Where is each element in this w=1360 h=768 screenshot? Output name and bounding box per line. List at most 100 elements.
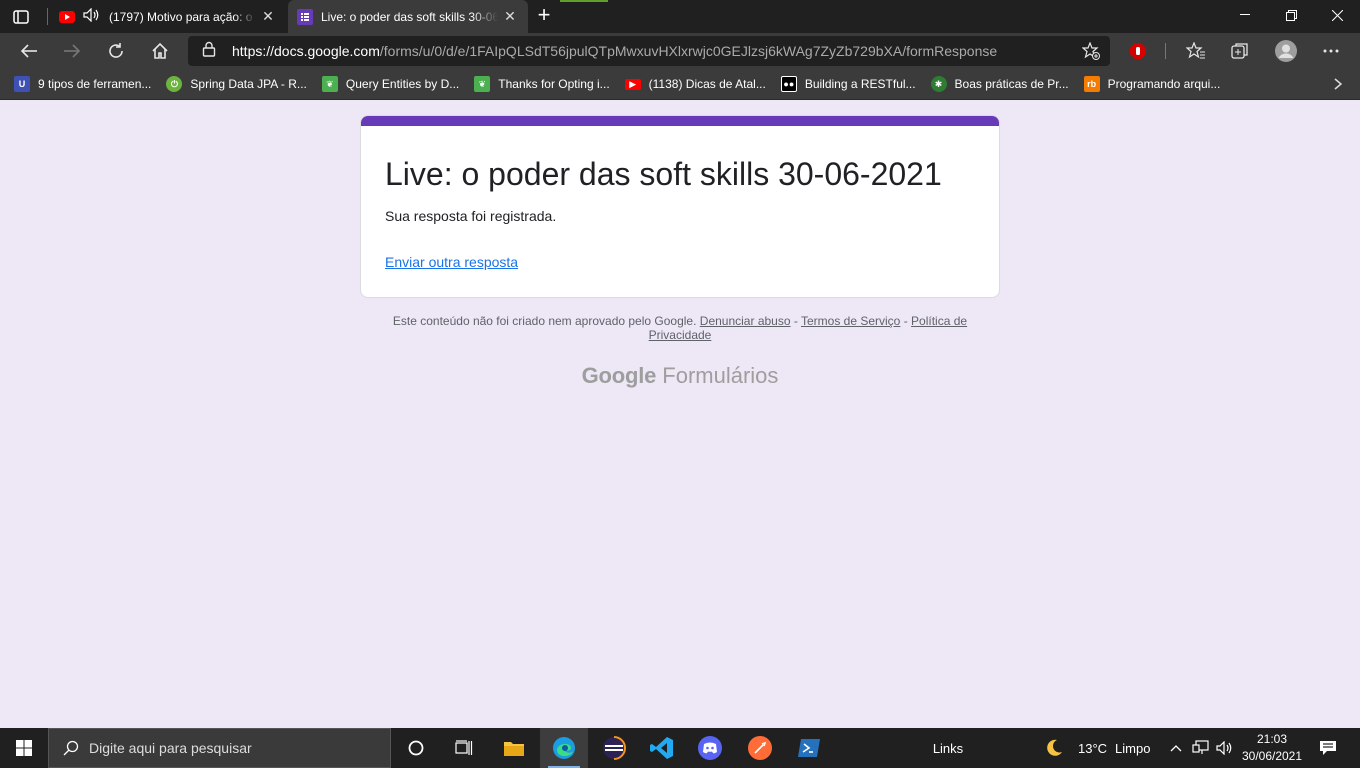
settings-menu-button[interactable] — [1316, 37, 1346, 65]
cortana-button[interactable] — [392, 728, 440, 768]
collections-button[interactable] — [1225, 37, 1255, 65]
speaker-icon[interactable] — [83, 7, 101, 25]
url-text: https://docs.google.com/forms/u/0/d/e/1F… — [232, 43, 997, 59]
favorites-bar: U 9 tipos de ferramen... ⏻ Spring Data JPA… — [0, 69, 1360, 100]
folder-icon — [504, 742, 524, 756]
postman-button[interactable] — [736, 728, 784, 768]
forward-button[interactable] — [57, 37, 87, 65]
notifications-button[interactable] — [1312, 728, 1344, 768]
task-view-button[interactable] — [440, 728, 488, 768]
youtube-icon — [59, 9, 75, 25]
tab-title: Live: o poder das soft skills 30-06-2021 — [321, 9, 498, 24]
bookmark-item[interactable]: ▶ (1138) Dicas de Atal... — [624, 77, 766, 91]
home-button[interactable] — [145, 37, 175, 65]
edge-taskbar-button[interactable] — [540, 728, 588, 768]
weather-widget[interactable]: 13°C Limpo — [1044, 728, 1164, 768]
discord-icon — [698, 736, 722, 760]
weather-temperature: 13°C — [1078, 740, 1108, 756]
collections-icon — [1231, 43, 1248, 59]
tab-title: (1797) Motivo para ação: o poder das sof… — [109, 9, 256, 24]
search-icon — [63, 740, 79, 756]
google-forms-icon — [297, 8, 313, 25]
network-button[interactable] — [1190, 728, 1212, 768]
bookmark-item[interactable]: ⏻ Spring Data JPA - R... — [166, 76, 307, 92]
profile-button[interactable] — [1271, 37, 1301, 65]
separator: - — [903, 314, 908, 328]
bookmark-item[interactable]: U 9 tipos de ferramen... — [14, 76, 151, 92]
windows-icon — [16, 740, 32, 756]
confirmation-message: Sua resposta foi registrada. — [385, 208, 557, 224]
vscode-button[interactable] — [638, 728, 686, 768]
discord-button[interactable] — [686, 728, 734, 768]
close-tab-icon[interactable]: ✕ — [256, 5, 280, 29]
shield-icon: U — [14, 76, 30, 92]
favorites-icon — [1186, 42, 1205, 59]
eclipse-button[interactable] — [590, 728, 638, 768]
notification-icon — [1320, 741, 1336, 755]
network-icon — [1192, 740, 1209, 754]
tab-google-forms[interactable]: Live: o poder das soft skills 30-06-2021… — [288, 0, 528, 33]
links-toolbar[interactable]: Links — [926, 728, 970, 768]
back-button[interactable] — [14, 37, 44, 65]
postman-icon — [748, 736, 772, 760]
url-path: /forms/u/0/d/e/1FAIpQLSdT56jpulQTpMwxuvH… — [379, 43, 998, 59]
favorites-button[interactable] — [1181, 37, 1211, 65]
show-hidden-icons-button[interactable] — [1166, 728, 1186, 768]
close-icon — [1331, 9, 1343, 21]
close-tab-icon[interactable]: ✕ — [498, 5, 522, 29]
chevron-right-icon[interactable] — [1334, 77, 1343, 93]
submit-another-response-link[interactable]: Enviar outra resposta — [385, 254, 518, 270]
tab-actions-icon — [13, 10, 29, 24]
brand-product: Formulários — [662, 363, 779, 388]
volume-button[interactable] — [1214, 728, 1236, 768]
restore-button[interactable] — [1268, 0, 1314, 30]
bookmark-label: Thanks for Opting i... — [498, 77, 610, 91]
medium-icon: ●● — [780, 76, 797, 92]
system-clock[interactable]: 21:03 30/06/2021 — [1238, 731, 1306, 765]
youtube-icon: ▶ — [624, 78, 641, 90]
new-tab-button[interactable]: + — [532, 4, 556, 28]
bookmark-item[interactable]: ●● Building a RESTful... — [780, 76, 916, 92]
bookmark-label: Spring Data JPA - R... — [190, 77, 307, 91]
avatar-icon — [1275, 40, 1297, 62]
powershell-icon — [798, 739, 820, 757]
windows-taskbar: Digite aqui para pesquisar Links 13°C Li… — [0, 728, 1360, 768]
start-button[interactable] — [0, 728, 48, 768]
bookmark-label: Boas práticas de Pr... — [954, 77, 1069, 91]
report-abuse-link[interactable]: Denunciar abuso — [700, 314, 791, 328]
bookmark-label: Query Entities by D... — [345, 77, 460, 91]
bookmark-item[interactable]: ❦ Thanks for Opting i... — [474, 76, 610, 92]
task-view-icon — [455, 740, 473, 755]
drag-region-indicator — [560, 0, 608, 2]
google-forms-logo[interactable]: Google Formulários — [0, 363, 1360, 389]
cortana-icon — [408, 740, 424, 756]
taskbar-search-box[interactable]: Digite aqui para pesquisar — [48, 728, 391, 768]
minimize-icon — [1240, 14, 1250, 15]
more-icon — [1323, 49, 1339, 53]
bookmark-label: Programando arqui... — [1107, 77, 1221, 91]
close-window-button[interactable] — [1314, 0, 1360, 30]
weather-description: Limpo — [1115, 740, 1151, 756]
bookmark-item[interactable]: ❦ Query Entities by D... — [321, 76, 460, 92]
form-accent-bar — [361, 116, 999, 126]
bookmark-item[interactable]: ✱ Boas práticas de Pr... — [930, 76, 1069, 92]
minimize-button[interactable] — [1222, 0, 1268, 30]
tab-youtube[interactable]: (1797) Motivo para ação: o poder das sof… — [50, 0, 286, 33]
bookmark-item[interactable]: rb Programando arqui... — [1083, 76, 1221, 92]
address-bar[interactable]: https://docs.google.com/forms/u/0/d/e/1F… — [188, 36, 1110, 66]
arrow-left-icon — [20, 44, 37, 58]
lock-icon[interactable] — [202, 41, 218, 62]
chevron-up-icon — [1170, 745, 1182, 752]
refresh-button[interactable] — [101, 37, 131, 65]
powershell-button[interactable] — [785, 728, 833, 768]
extension-button[interactable] — [1123, 37, 1153, 65]
add-favorite-icon[interactable] — [1081, 41, 1100, 65]
terms-of-service-link[interactable]: Termos de Serviço — [801, 314, 900, 328]
spring-icon: ⏻ — [166, 76, 183, 92]
restore-icon — [1285, 9, 1297, 21]
stop-hand-icon — [1130, 43, 1146, 59]
toolbar-separator — [1165, 43, 1166, 59]
tab-actions-button[interactable] — [8, 6, 34, 28]
clock-time: 21:03 — [1256, 732, 1288, 746]
file-explorer-button[interactable] — [490, 728, 538, 768]
